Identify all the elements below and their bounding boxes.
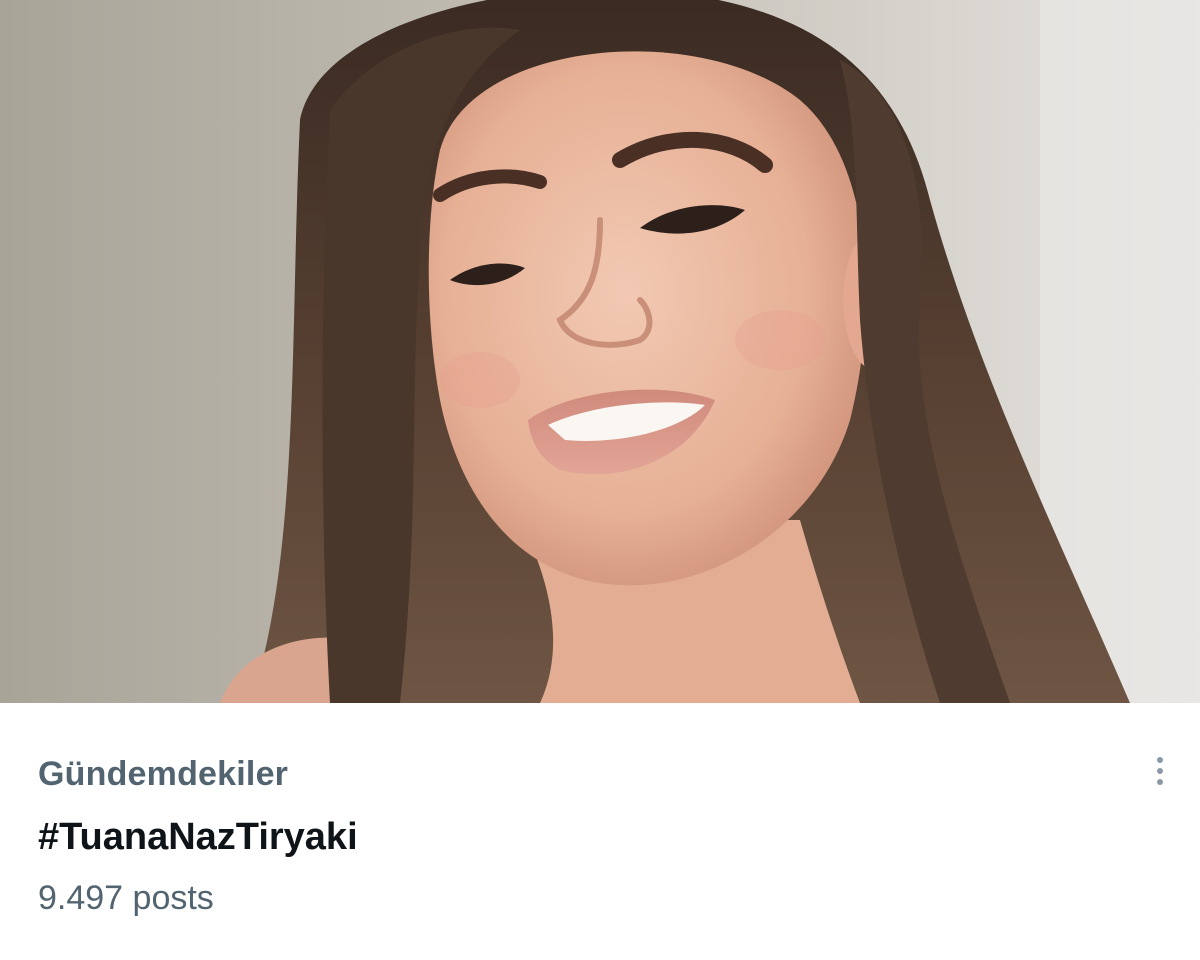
trend-hero-image[interactable] bbox=[0, 0, 1200, 703]
more-dot bbox=[1157, 779, 1163, 785]
more-dot bbox=[1157, 757, 1163, 763]
more-vertical-icon[interactable] bbox=[1142, 751, 1178, 791]
trend-post-count: 9.497 posts bbox=[38, 879, 214, 917]
trend-details[interactable]: Gündemdekiler #TuanaNazTiryaki 9.497 pos… bbox=[0, 703, 1200, 960]
trend-category-label: Gündemdekiler bbox=[38, 755, 289, 793]
portrait-photo bbox=[0, 0, 1200, 703]
trend-card[interactable]: Gündemdekiler #TuanaNazTiryaki 9.497 pos… bbox=[0, 0, 1200, 960]
more-dot bbox=[1157, 768, 1163, 774]
trend-hashtag[interactable]: #TuanaNazTiryaki bbox=[38, 816, 358, 859]
